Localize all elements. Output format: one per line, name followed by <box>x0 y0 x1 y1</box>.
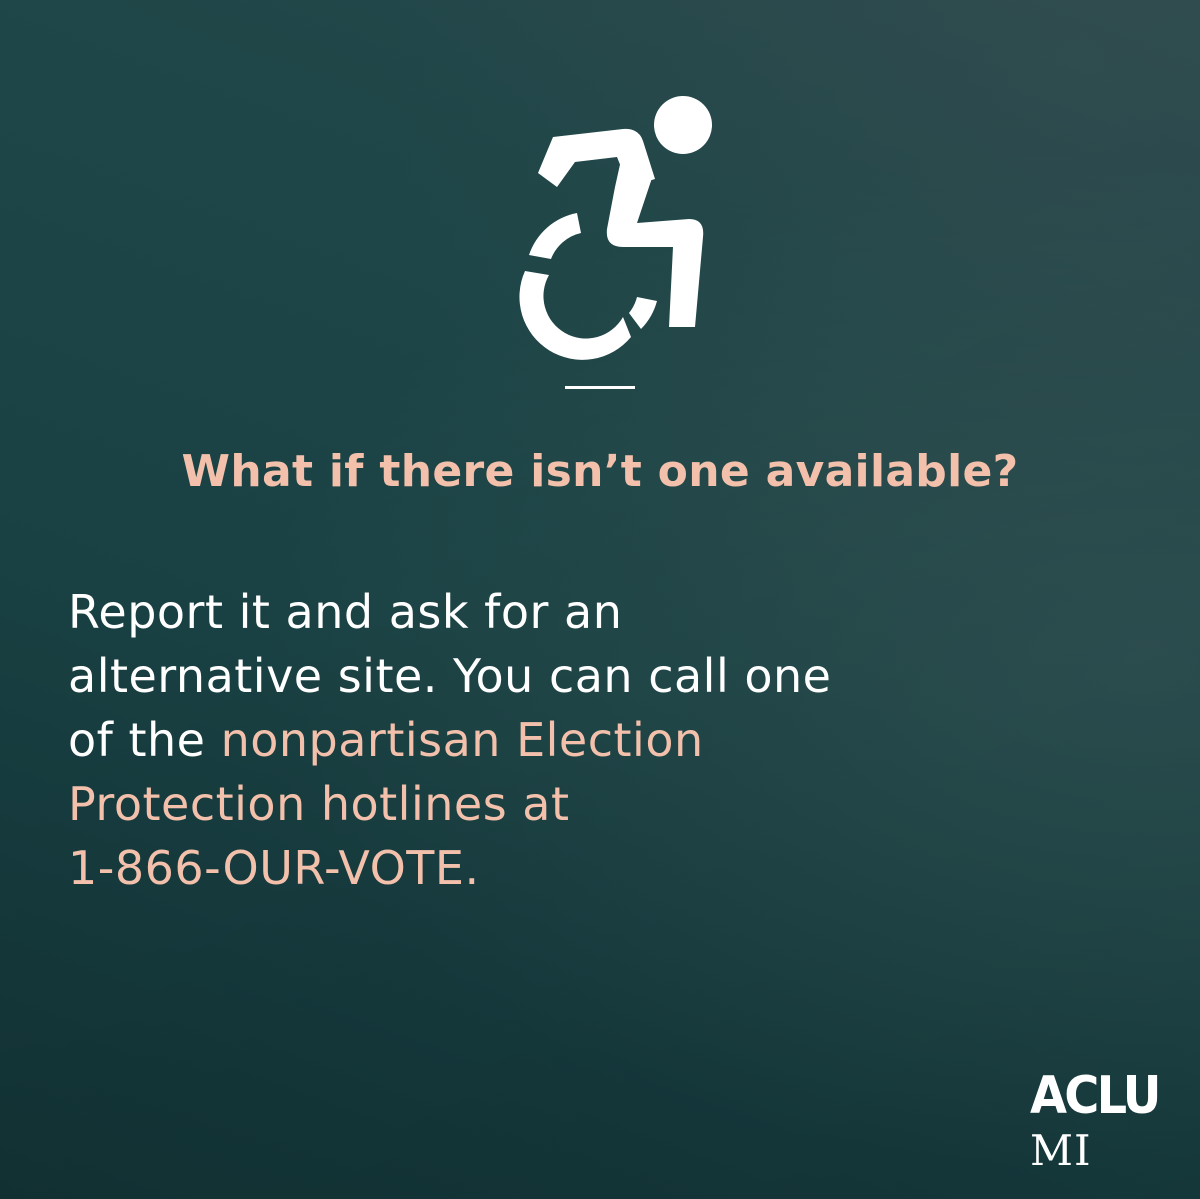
hotline-number: 1-866-OUR-VOTE. <box>68 841 480 895</box>
body-line-2: alternative site. You can call one <box>68 649 832 703</box>
body-line-3-highlight: nonpartisan Election <box>220 713 704 767</box>
aclu-mi-logo: ACLU MI <box>1030 1070 1170 1174</box>
body-line-3: of the nonpartisan Election <box>68 708 1148 772</box>
accessible-wheelchair-icon <box>505 95 715 360</box>
logo-aclu: ACLU <box>1030 1066 1161 1126</box>
body-text: Report it and ask for an alternative sit… <box>68 580 1148 900</box>
body-line-3-prefix: of the <box>68 713 221 767</box>
body-line-1: Report it and ask for an <box>68 585 623 639</box>
info-card: What if there isn’t one available? Repor… <box>0 0 1200 1199</box>
heading: What if there isn’t one available? <box>181 446 1019 497</box>
divider <box>565 386 635 389</box>
logo-affiliate: MI <box>1030 1126 1092 1175</box>
body-line-4: Protection hotlines at <box>68 777 570 831</box>
